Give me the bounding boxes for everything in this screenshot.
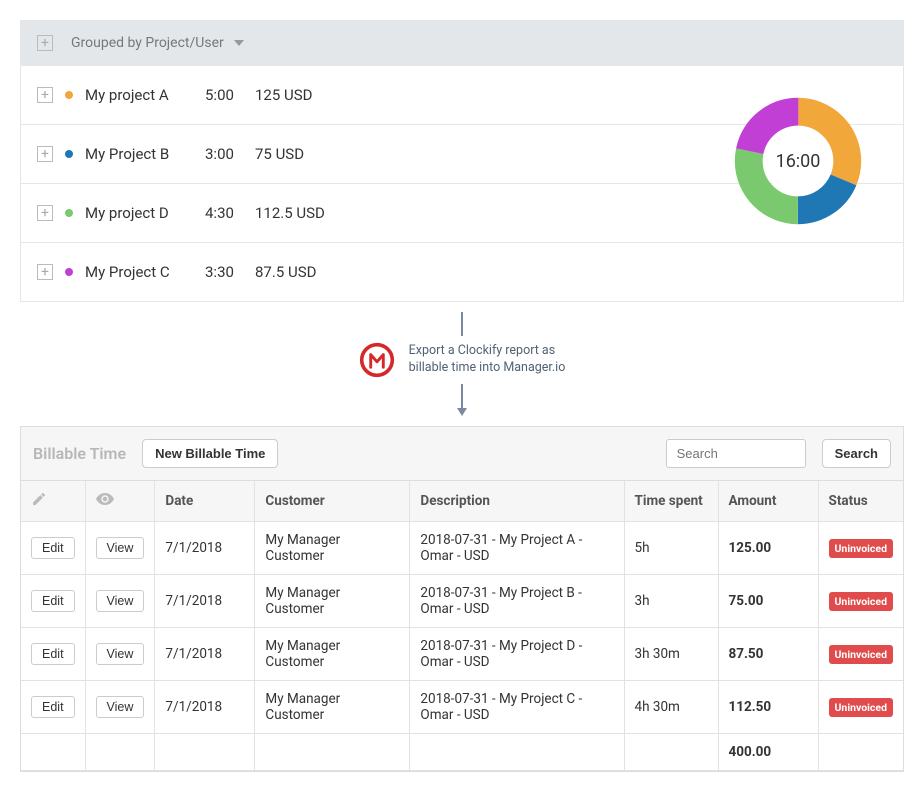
cell-customer: My Manager Customer <box>255 575 410 628</box>
table-row: Edit View 7/1/2018 My Manager Customer 2… <box>21 522 903 575</box>
cell-time-spent: 3h <box>624 575 718 628</box>
new-billable-time-button[interactable]: New Billable Time <box>142 439 278 468</box>
donut-center-label: 16:00 <box>733 96 863 226</box>
view-column-header <box>85 481 155 522</box>
view-button[interactable]: View <box>96 537 145 559</box>
cell-description: 2018-07-31 - My Project C - Omar - USD <box>410 681 624 734</box>
status-badge: Uninvoiced <box>829 539 893 558</box>
col-amount[interactable]: Amount <box>718 481 818 522</box>
manager-billable-card: Billable Time New Billable Time Search D… <box>20 426 904 772</box>
pencil-icon <box>31 491 47 507</box>
project-time: 3:00 <box>205 145 243 163</box>
project-amount: 112.5 USD <box>255 204 325 222</box>
flow-caption-line: billable time into Manager.io <box>409 360 566 377</box>
cell-date: 7/1/2018 <box>155 681 255 734</box>
cell-time-spent: 3h 30m <box>624 628 718 681</box>
group-by-label: Grouped by Project/User <box>71 35 224 51</box>
billable-time-table: Date Customer Description Time spent Amo… <box>21 481 903 771</box>
search-button[interactable]: Search <box>822 439 891 468</box>
cell-customer: My Manager Customer <box>255 681 410 734</box>
clockify-group-header: + Grouped by Project/User <box>21 21 903 65</box>
cell-customer: My Manager Customer <box>255 628 410 681</box>
cell-customer: My Manager Customer <box>255 522 410 575</box>
status-badge: Uninvoiced <box>829 645 893 664</box>
expand-row-icon[interactable]: + <box>37 87 53 103</box>
cell-time-spent: 4h 30m <box>624 681 718 734</box>
project-time: 5:00 <box>205 86 243 104</box>
manager-logo-icon <box>359 342 395 378</box>
expand-row-icon[interactable]: + <box>37 264 53 280</box>
table-total-row: 400.00 <box>21 734 903 771</box>
project-time: 3:30 <box>205 263 243 281</box>
cell-time-spent: 5h <box>624 522 718 575</box>
flow-caption: Export a Clockify report as billable tim… <box>409 343 566 377</box>
eye-icon <box>96 492 114 506</box>
view-button[interactable]: View <box>96 590 145 612</box>
edit-button[interactable]: Edit <box>31 696 75 718</box>
cell-date: 7/1/2018 <box>155 628 255 681</box>
search-input[interactable] <box>666 439 806 468</box>
project-color-dot <box>65 209 73 217</box>
table-row: Edit View 7/1/2018 My Manager Customer 2… <box>21 628 903 681</box>
arrow-line-icon <box>461 312 463 336</box>
col-description[interactable]: Description <box>410 481 624 522</box>
project-row: + My Project C 3:30 87.5 USD <box>21 242 903 301</box>
edit-column-header <box>21 481 85 522</box>
cell-date: 7/1/2018 <box>155 522 255 575</box>
project-amount: 75 USD <box>255 145 304 163</box>
project-amount: 87.5 USD <box>255 263 316 281</box>
chevron-down-icon <box>234 40 244 46</box>
group-by-dropdown[interactable]: Grouped by Project/User <box>71 35 244 51</box>
col-status[interactable]: Status <box>818 481 903 522</box>
table-header-row: Date Customer Description Time spent Amo… <box>21 481 903 522</box>
cell-description: 2018-07-31 - My Project D - Omar - USD <box>410 628 624 681</box>
page-title: Billable Time <box>33 444 126 463</box>
edit-button[interactable]: Edit <box>31 643 75 665</box>
cell-description: 2018-07-31 - My Project B - Omar - USD <box>410 575 624 628</box>
table-row: Edit View 7/1/2018 My Manager Customer 2… <box>21 575 903 628</box>
project-amount: 125 USD <box>255 86 313 104</box>
expand-row-icon[interactable]: + <box>37 205 53 221</box>
expand-row-icon[interactable]: + <box>37 146 53 162</box>
project-color-dot <box>65 91 73 99</box>
cell-amount: 125.00 <box>718 522 818 575</box>
col-time-spent[interactable]: Time spent <box>624 481 718 522</box>
flow-caption-line: Export a Clockify report as <box>409 343 566 360</box>
cell-amount: 75.00 <box>718 575 818 628</box>
arrow-down-icon <box>457 408 467 416</box>
status-badge: Uninvoiced <box>829 592 893 611</box>
project-name: My Project B <box>85 145 193 163</box>
project-name: My project A <box>85 86 193 104</box>
col-date[interactable]: Date <box>155 481 255 522</box>
edit-button[interactable]: Edit <box>31 590 75 612</box>
donut-chart: 16:00 <box>733 96 863 226</box>
expand-all-icon[interactable]: + <box>37 35 53 51</box>
cell-description: 2018-07-31 - My Project A - Omar - USD <box>410 522 624 575</box>
clockify-report-card: + Grouped by Project/User + My project A… <box>20 20 904 302</box>
arrow-line-icon <box>461 384 463 408</box>
cell-date: 7/1/2018 <box>155 575 255 628</box>
view-button[interactable]: View <box>96 643 145 665</box>
edit-button[interactable]: Edit <box>31 537 75 559</box>
cell-amount: 87.50 <box>718 628 818 681</box>
table-row: Edit View 7/1/2018 My Manager Customer 2… <box>21 681 903 734</box>
status-badge: Uninvoiced <box>829 698 893 717</box>
manager-toolbar: Billable Time New Billable Time Search <box>21 427 903 481</box>
project-time: 4:30 <box>205 204 243 222</box>
col-customer[interactable]: Customer <box>255 481 410 522</box>
view-button[interactable]: View <box>96 696 145 718</box>
total-amount: 400.00 <box>718 734 818 771</box>
project-color-dot <box>65 268 73 276</box>
flow-diagram: Export a Clockify report as billable tim… <box>10 312 914 416</box>
project-name: My project D <box>85 204 193 222</box>
project-name: My Project C <box>85 263 193 281</box>
project-color-dot <box>65 150 73 158</box>
cell-amount: 112.50 <box>718 681 818 734</box>
